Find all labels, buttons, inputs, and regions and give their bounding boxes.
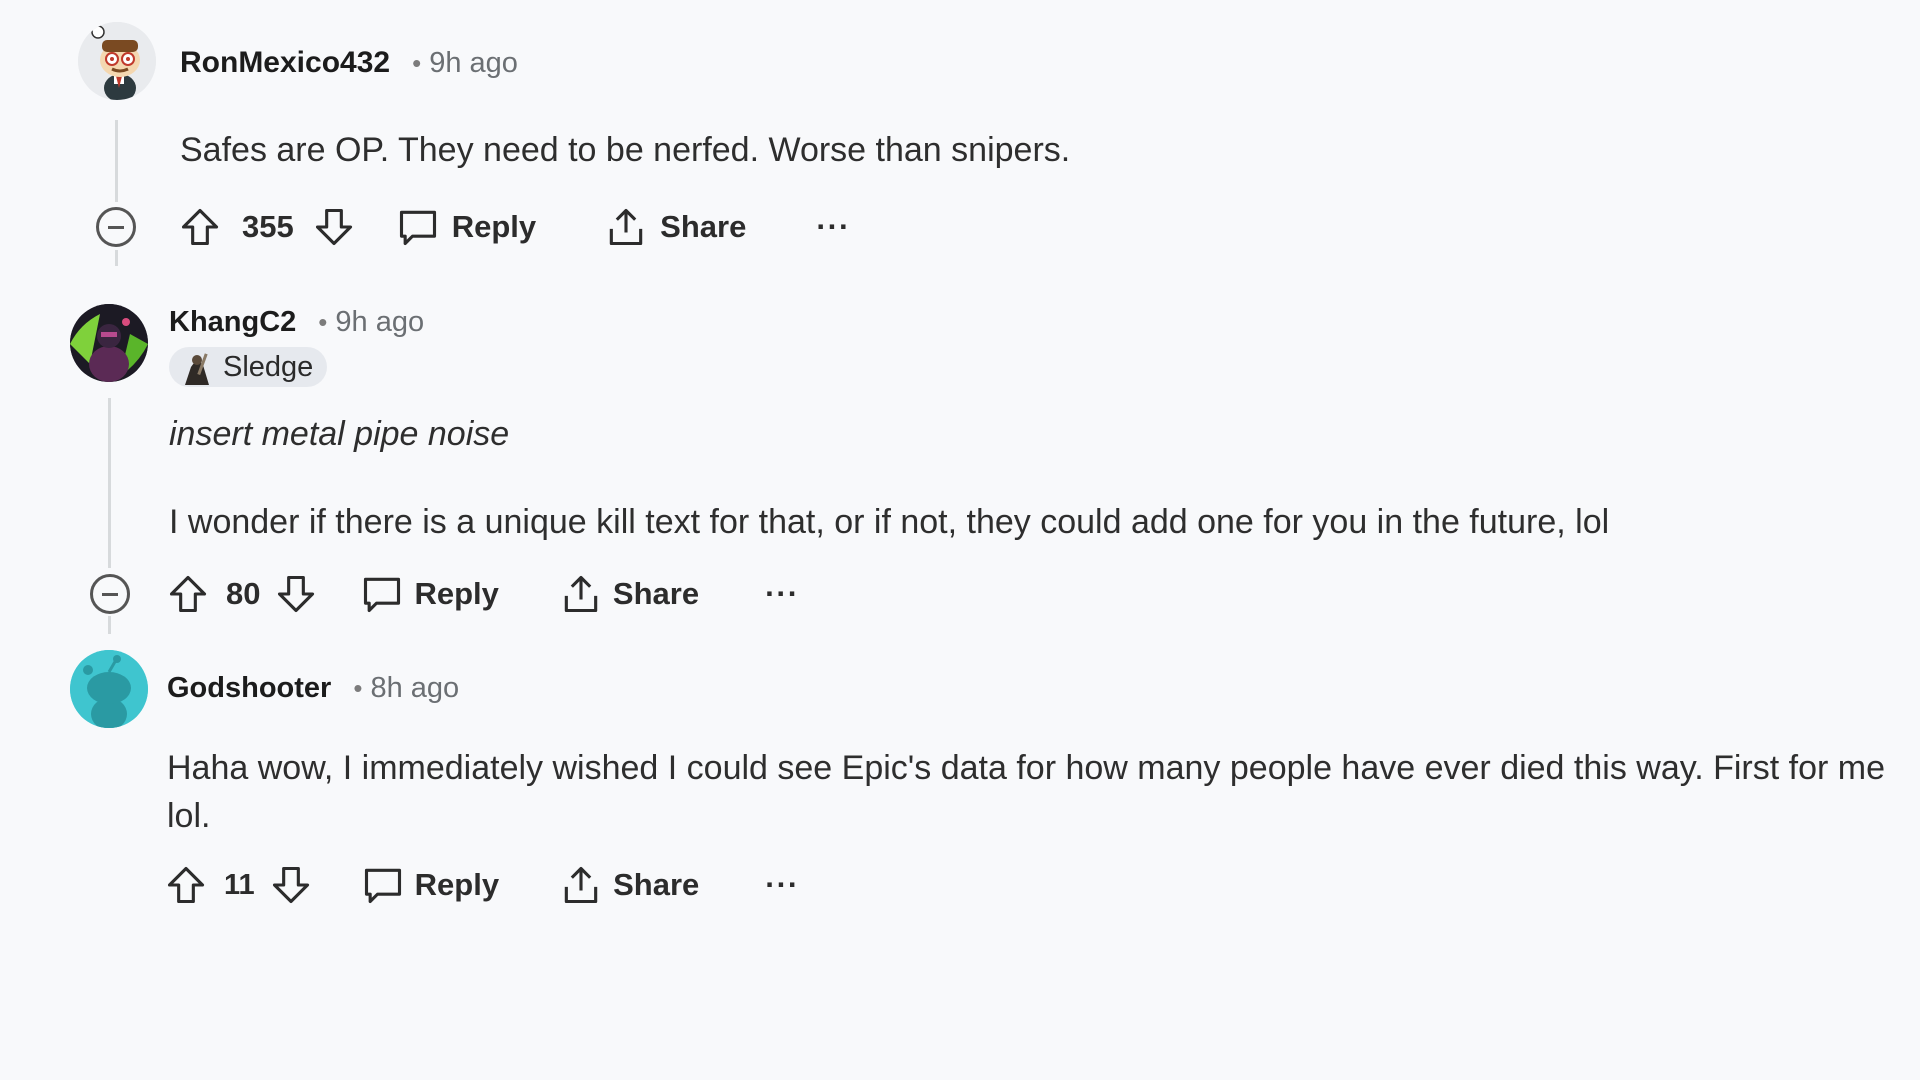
vote-count: 80 <box>226 576 261 611</box>
separator-dot: • <box>412 47 422 78</box>
comment-actions: 355 Reply Share ··· <box>178 201 850 253</box>
share-label: Share <box>613 867 700 902</box>
avatar[interactable] <box>70 304 148 382</box>
reply-button[interactable]: Reply <box>361 863 499 907</box>
username[interactable]: Godshooter <box>167 672 331 705</box>
comment-body-paragraph: insert metal pipe noise <box>169 415 510 453</box>
comment-actions: 80 Reply Share ··· <box>166 568 799 620</box>
share-icon <box>559 863 603 907</box>
share-icon <box>559 572 603 616</box>
avatar[interactable] <box>78 22 156 100</box>
comment-icon <box>396 205 440 249</box>
thread-line[interactable] <box>108 616 111 634</box>
reply-label: Reply <box>414 867 500 902</box>
timestamp[interactable]: 9h ago <box>429 47 518 80</box>
comment-body: Safes are OP. They need to be nerfed. Wo… <box>180 131 1071 169</box>
share-icon <box>604 205 648 249</box>
comment-icon <box>361 863 405 907</box>
comment-meta: RonMexico432 • 9h ago <box>180 46 518 80</box>
sledge-flair-icon <box>179 349 215 385</box>
timestamp[interactable]: 9h ago <box>335 306 424 339</box>
username[interactable]: RonMexico432 <box>180 46 390 80</box>
thread-line[interactable] <box>108 398 111 568</box>
upvote-icon[interactable] <box>178 205 222 249</box>
share-button[interactable]: Share <box>559 863 699 907</box>
comment-meta: Godshooter • 8h ago <box>167 672 459 705</box>
comment-actions: 11 Reply Share ··· <box>164 859 799 911</box>
reply-label: Reply <box>451 209 537 244</box>
upvote-icon[interactable] <box>164 863 208 907</box>
reply-label: Reply <box>414 576 499 611</box>
comment-body-paragraph: Haha wow, I immediately wished I could s… <box>167 749 1885 787</box>
thread-line[interactable] <box>115 250 118 266</box>
more-options-button[interactable]: ··· <box>816 209 850 245</box>
comment-meta: KhangC2 • 9h ago <box>169 306 424 339</box>
reply-button[interactable]: Reply <box>396 205 536 249</box>
comment-body-paragraph: lol. <box>167 797 211 835</box>
share-button[interactable]: Share <box>559 572 699 616</box>
more-options-button[interactable]: ··· <box>765 576 799 612</box>
collapse-thread-button[interactable] <box>96 207 136 247</box>
vote-count: 11 <box>224 868 255 901</box>
comment-body-paragraph: I wonder if there is a unique kill text … <box>169 503 1610 541</box>
upvote-icon[interactable] <box>166 572 210 616</box>
separator-dot: • <box>318 307 328 337</box>
avatar[interactable] <box>70 650 148 728</box>
username[interactable]: KhangC2 <box>169 306 296 339</box>
vote-count: 355 <box>242 209 294 244</box>
share-button[interactable]: Share <box>604 205 746 249</box>
downvote-icon[interactable] <box>274 572 318 616</box>
downvote-icon[interactable] <box>312 205 356 249</box>
more-options-button[interactable]: ··· <box>765 867 799 903</box>
separator-dot: • <box>353 673 363 703</box>
share-label: Share <box>660 209 747 244</box>
thread-line[interactable] <box>115 120 118 202</box>
timestamp[interactable]: 8h ago <box>370 672 459 705</box>
collapse-thread-button[interactable] <box>90 574 130 614</box>
reply-button[interactable]: Reply <box>360 572 499 616</box>
user-flair: Sledge <box>169 347 328 387</box>
comment-icon <box>360 572 404 616</box>
share-label: Share <box>612 576 700 611</box>
flair-label: Sledge <box>223 350 314 383</box>
downvote-icon[interactable] <box>269 863 313 907</box>
